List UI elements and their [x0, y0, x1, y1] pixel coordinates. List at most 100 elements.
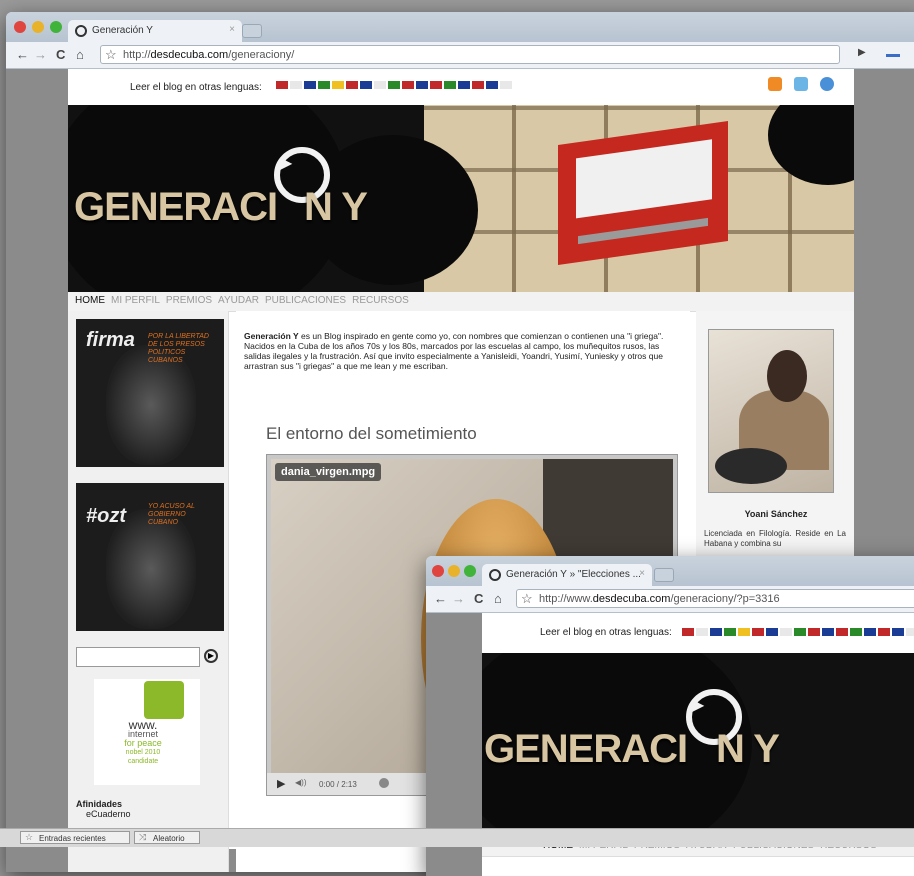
flag-icon[interactable] — [472, 81, 484, 89]
tab-title: Generación Y — [92, 25, 153, 36]
forward-icon[interactable]: → — [34, 47, 47, 62]
minimize-window-button[interactable] — [32, 21, 44, 33]
site-banner: GENERACI N Y — [68, 105, 854, 292]
home-icon[interactable]: ⌂ — [76, 47, 84, 62]
flag-icon[interactable] — [332, 81, 344, 89]
internet-for-peace-badge[interactable]: www. internet for peace nobel 2010 candi… — [94, 679, 200, 785]
post-title[interactable]: El entorno del sometimiento — [266, 424, 477, 444]
go-icon[interactable]: ▶ — [858, 47, 866, 58]
flag-icon[interactable] — [486, 81, 498, 89]
bookmark-star-icon[interactable]: ☆ — [521, 591, 533, 607]
flag-icon[interactable] — [808, 628, 820, 636]
flag-icon[interactable] — [752, 628, 764, 636]
close-window-button[interactable] — [14, 21, 26, 33]
nav-item-mi-perfil[interactable]: MI PERFIL — [108, 292, 163, 306]
flag-icon[interactable] — [458, 81, 470, 89]
play-icon[interactable]: ▶ — [277, 777, 285, 790]
campaign-ozt-banner[interactable]: #ozt YO ACUSO AL GOBIERNO CUBANO — [76, 483, 224, 631]
flag-icon[interactable] — [892, 628, 904, 636]
flag-icon[interactable] — [430, 81, 442, 89]
flag-icon[interactable] — [416, 81, 428, 89]
campaign-firma-banner[interactable]: firma POR LA LIBERTAD DE LOS PRESOS POLI… — [76, 319, 224, 467]
tab-elecciones[interactable]: Generación Y » "Elecciones ... × — [482, 564, 652, 586]
flag-icon[interactable] — [794, 628, 806, 636]
flag-icon[interactable] — [906, 628, 914, 636]
address-bar-2[interactable]: ☆ http://www.desdecuba.com/generaciony/?… — [516, 589, 914, 608]
tab-generacion-y[interactable]: Generación Y × — [68, 20, 242, 42]
nav-item-ayudar[interactable]: AYUDAR — [215, 292, 262, 306]
flag-icon[interactable] — [710, 628, 722, 636]
language-flags-2 — [682, 628, 914, 639]
afinidades-section: Afinidades eCuaderno — [76, 799, 131, 819]
campaign1-title: firma — [86, 329, 135, 351]
flag-icon[interactable] — [444, 81, 456, 89]
flag-icon[interactable] — [290, 81, 302, 89]
close-window-button[interactable] — [432, 565, 444, 577]
forward-icon[interactable]: → — [452, 591, 465, 606]
reload-icon[interactable]: C — [474, 591, 483, 606]
flag-icon[interactable] — [850, 628, 862, 636]
language-flags — [276, 81, 514, 92]
minimize-window-button[interactable] — [448, 565, 460, 577]
recent-posts-button[interactable]: ☆ Entradas recientes — [20, 831, 130, 844]
twitter-icon[interactable] — [794, 77, 808, 91]
flag-icon[interactable] — [500, 81, 512, 89]
flag-icon[interactable] — [360, 81, 372, 89]
logo-text-a-2: GENERACI — [484, 727, 688, 771]
new-tab-button[interactable] — [654, 568, 674, 582]
flag-icon[interactable] — [822, 628, 834, 636]
flag-icon[interactable] — [304, 81, 316, 89]
search-go-icon[interactable]: ▶ — [204, 649, 218, 663]
nav-item-home[interactable]: HOME — [72, 292, 108, 306]
afinidades-item[interactable]: eCuaderno — [76, 809, 131, 819]
peace-line2: for peace — [124, 738, 162, 748]
flag-icon[interactable] — [318, 81, 330, 89]
back-icon[interactable]: ← — [16, 47, 29, 62]
new-tab-button[interactable] — [242, 24, 262, 38]
flag-icon[interactable] — [864, 628, 876, 636]
flag-icon[interactable] — [388, 81, 400, 89]
language-label-2: Leer el blog en otras lenguas: — [540, 627, 672, 638]
flag-icon[interactable] — [780, 628, 792, 636]
rss-icon[interactable] — [768, 77, 782, 91]
nav-item-premios[interactable]: PREMIOS — [163, 292, 215, 306]
nav-item-publicaciones[interactable]: PUBLICACIONES — [262, 292, 349, 306]
reload-icon[interactable]: C — [56, 47, 65, 62]
flag-icon[interactable] — [402, 81, 414, 89]
bottom-bar: ☆ Entradas recientes ⤨ Aleatorio — [0, 828, 914, 847]
page-menu-icon[interactable] — [886, 54, 900, 57]
tab-strip-2: Generación Y » "Elecciones ... × — [426, 556, 914, 586]
seek-handle-icon[interactable] — [379, 778, 389, 788]
volume-icon[interactable]: ◀)) — [295, 778, 306, 787]
home-icon[interactable]: ⌂ — [494, 591, 502, 606]
url-path-2: /generaciony/?p=3316 — [670, 593, 780, 605]
flag-icon[interactable] — [878, 628, 890, 636]
search-input[interactable] — [76, 647, 200, 667]
intro-bold: Generación Y — [244, 331, 299, 341]
flag-icon[interactable] — [738, 628, 750, 636]
language-bar: Leer el blog en otras lenguas: — [68, 69, 854, 105]
address-bar[interactable]: ☆ http://desdecuba.com/generaciony/ — [100, 45, 840, 64]
bookmark-star-icon[interactable]: ☆ — [105, 47, 117, 63]
zoom-window-button[interactable] — [464, 565, 476, 577]
flag-icon[interactable] — [766, 628, 778, 636]
random-button[interactable]: ⤨ Aleatorio — [134, 831, 200, 844]
flag-icon[interactable] — [682, 628, 694, 636]
nav-item-recursos[interactable]: RECURSOS — [349, 292, 412, 306]
recent-posts-label: Entradas recientes — [39, 834, 106, 843]
zoom-window-button[interactable] — [50, 21, 62, 33]
author-head-shape — [767, 350, 807, 402]
url-host: desdecuba.com — [150, 49, 229, 61]
flag-icon[interactable] — [724, 628, 736, 636]
peace-text: www. internet for peace nobel 2010 candi… — [108, 719, 178, 766]
flag-icon[interactable] — [374, 81, 386, 89]
globe-icon[interactable] — [820, 77, 834, 91]
flag-icon[interactable] — [696, 628, 708, 636]
site-banner-2: GENERACI N Y — [482, 653, 914, 837]
tab-close-icon[interactable]: × — [229, 24, 235, 35]
tab-close-icon[interactable]: × — [639, 568, 645, 579]
back-icon[interactable]: ← — [434, 591, 447, 606]
flag-icon[interactable] — [276, 81, 288, 89]
flag-icon[interactable] — [346, 81, 358, 89]
flag-icon[interactable] — [836, 628, 848, 636]
